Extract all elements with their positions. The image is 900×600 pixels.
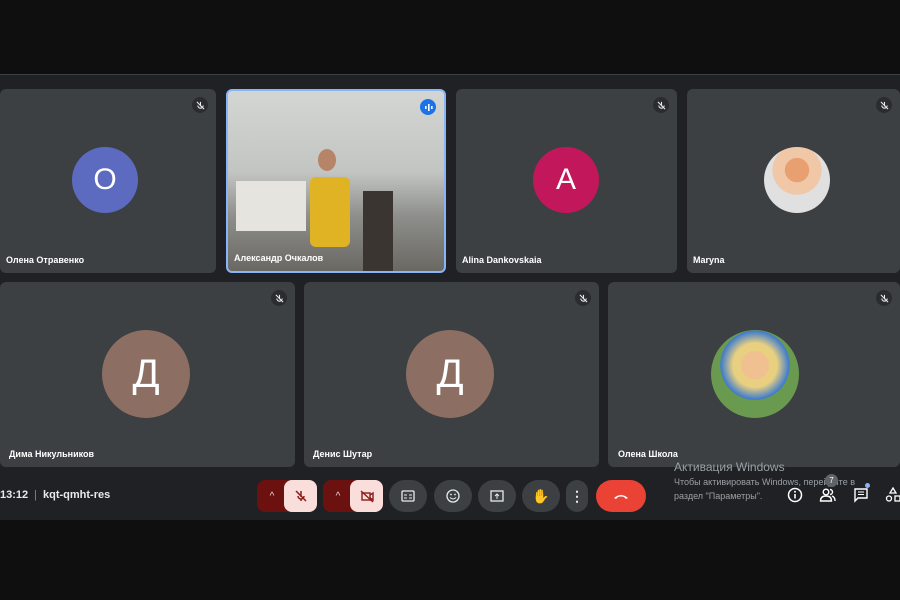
video-person [310,177,350,247]
speaking-indicator-icon [420,99,436,115]
mic-control: ^ [257,480,317,512]
watermark-title: Активация Windows [674,460,785,474]
chat-icon [854,488,868,503]
participant-tile-active-speaker[interactable]: Александр Очкалов [226,89,446,273]
reactions-button[interactable] [434,480,472,512]
chat-button[interactable] [852,483,870,504]
hand-icon: ✋ [532,487,550,504]
more-vert-icon: ⋮ [570,487,584,504]
separator: | [34,489,37,501]
mic-off-icon [653,97,669,113]
camera-control: ^ [323,480,383,512]
activities-button[interactable] [884,486,900,504]
participant-tile[interactable]: O Олена Отравенко [0,89,216,273]
end-call-icon [614,495,628,499]
meeting-details-button[interactable] [786,486,804,504]
people-icon [819,488,836,502]
chat-unread-dot [865,483,870,488]
avatar-photo [764,147,830,213]
present-screen-button[interactable] [478,480,516,512]
raise-hand-button[interactable]: ✋ [522,480,560,512]
info-icon [787,487,803,503]
mic-off-icon [294,490,307,502]
present-icon [490,490,504,502]
participant-name: Maryna [693,255,725,265]
video-door [363,191,393,271]
camera-toggle-button[interactable] [350,480,383,512]
participant-tile[interactable]: Олена Школа [608,282,900,467]
mic-toggle-button[interactable] [284,480,317,512]
mic-off-icon [876,97,892,113]
more-options-button[interactable]: ⋮ [566,480,588,512]
meeting-info: 13:12 | kqt-qmht-res [0,489,110,501]
mic-off-icon [192,97,208,113]
mic-off-icon [876,290,892,306]
participant-name: Дима Никульников [9,449,95,459]
activities-icon [885,487,900,502]
avatar: A [533,147,599,213]
camera-off-icon [360,490,374,503]
meeting-code: kqt-qmht-res [43,489,111,501]
participant-tile[interactable]: A Alina Dankovskaia [456,89,677,273]
avatar: Д [102,330,190,418]
video-person-head [318,149,336,171]
participant-name: Олена Отравенко [6,255,85,265]
camera-options-chevron-icon[interactable]: ^ [329,480,347,512]
mic-off-icon [575,290,591,306]
participant-tile[interactable]: Д Дима Никульников [0,282,295,467]
avatar: Д [406,330,494,418]
participant-tile[interactable]: Maryna [687,89,900,273]
avatar-photo [711,330,799,418]
avatar: O [72,147,138,213]
participant-name: Денис Шутар [313,449,373,459]
people-count-badge: 7 [825,474,838,487]
mic-off-icon [271,290,287,306]
mic-options-chevron-icon[interactable]: ^ [263,480,281,512]
captions-button[interactable] [389,480,427,512]
leave-call-button[interactable] [596,480,646,512]
meeting-stage: O Олена Отравенко Александр Очкалов A Al… [0,74,900,520]
participant-name: Alina Dankovskaia [462,255,542,265]
meeting-time: 13:12 [0,489,29,501]
participant-tile[interactable]: Д Денис Шутар [304,282,599,467]
emoji-icon [446,489,460,503]
video-kitchen [236,181,306,231]
people-button[interactable]: 7 [819,474,838,504]
participant-name: Олена Школа [618,449,678,459]
captions-icon [401,490,415,502]
participant-name: Александр Очкалов [234,253,324,263]
